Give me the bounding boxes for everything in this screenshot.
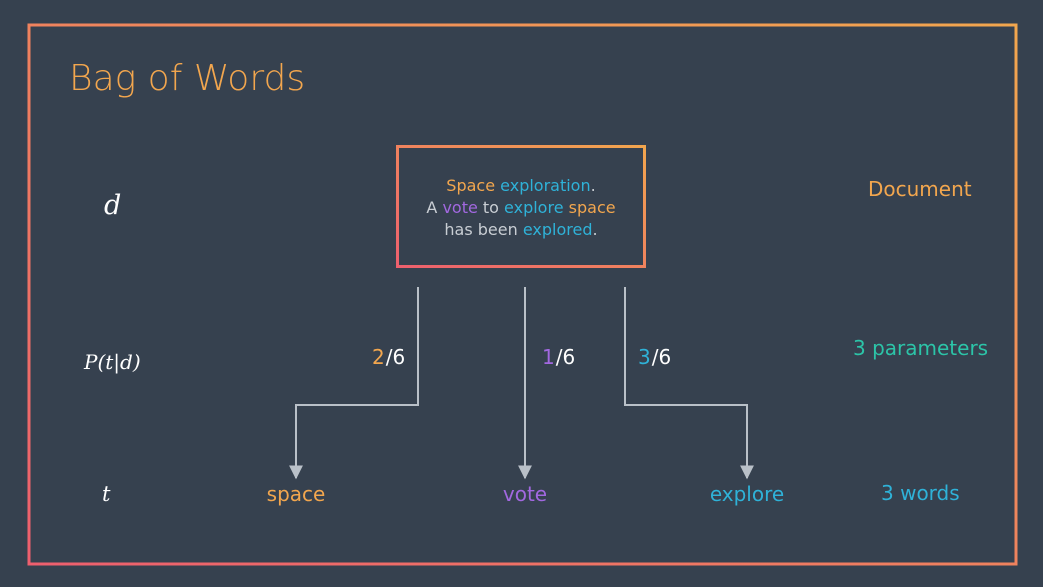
document-word: explored [522, 220, 593, 239]
document-word: explore [504, 198, 564, 217]
probability-explore-denominator: /6 [651, 345, 672, 369]
probability-space: 2/6 [372, 345, 405, 369]
math-label-term: t [102, 482, 111, 506]
document-word: space [568, 198, 616, 217]
document-word: exploration [500, 176, 591, 195]
document-word: vote [442, 198, 478, 217]
probability-space-denominator: /6 [385, 345, 406, 369]
slide: Bag of Words d P(t|d) t Document 3 param… [0, 0, 1043, 587]
document-line-3: has been explored. [399, 219, 643, 241]
document-word: has been [444, 220, 523, 239]
label-parameters: 3 parameters [853, 336, 989, 360]
math-label-probability: P(t|d) [84, 350, 141, 374]
document-word: A [426, 198, 443, 217]
word-vote: vote [502, 482, 548, 506]
arrow-space [289, 287, 419, 480]
word-explore: explore [709, 482, 785, 506]
document-word: to [477, 198, 505, 217]
probability-vote-numerator: 1 [542, 345, 555, 369]
slide-title: Bag of Words [69, 58, 306, 99]
arrow-explore [624, 287, 754, 480]
word-space: space [266, 482, 326, 506]
probability-space-numerator: 2 [372, 345, 385, 369]
label-words: 3 words [881, 481, 960, 505]
document-word: . [592, 220, 598, 239]
document-text: Space exploration. A vote to explore spa… [399, 175, 643, 241]
document-word: . [590, 176, 596, 195]
math-label-document: d [104, 190, 122, 221]
document-box: Space exploration. A vote to explore spa… [396, 145, 646, 268]
document-line-2: A vote to explore space [399, 197, 643, 219]
probability-explore: 3/6 [638, 345, 671, 369]
document-line-1: Space exploration. [399, 175, 643, 197]
probability-explore-numerator: 3 [638, 345, 651, 369]
probability-vote: 1/6 [542, 345, 575, 369]
probability-vote-denominator: /6 [555, 345, 576, 369]
label-document: Document [868, 177, 972, 201]
document-word: Space [446, 176, 496, 195]
